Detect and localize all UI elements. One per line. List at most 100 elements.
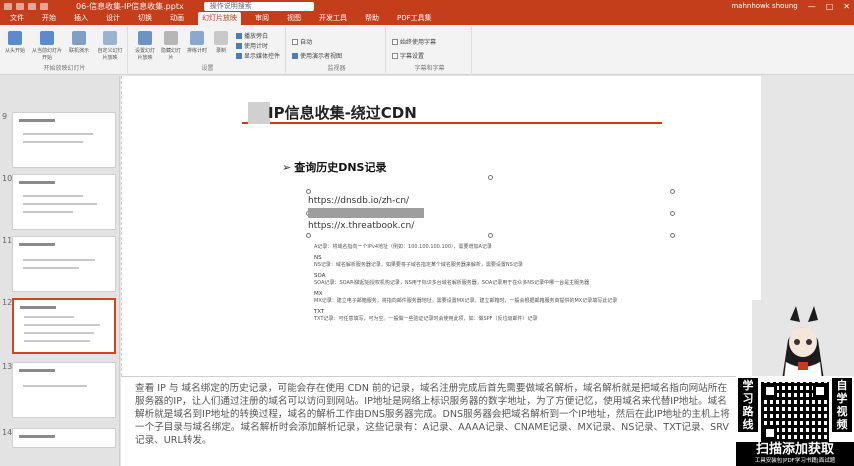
setup-show-button[interactable]: 设置幻灯片放映 [134,31,156,61]
check-label: 使用计时 [244,43,269,50]
tab-developer[interactable]: 开发工具 [315,12,351,25]
thumb-line [23,211,73,213]
ribbon-group-monitors: 自动 使用演示者视图 监视器 [288,27,386,73]
always-subtitles-checkbox[interactable]: 始终使用字幕 [392,37,436,46]
record-mx-desc: MX记录：建立电子邮箱服务，将指向邮件服务器地址，需要设置MX记录。建立邮箱时，… [314,298,618,304]
play-narrations-checkbox[interactable]: 播放旁白 [236,31,268,40]
group-label-start: 开始放映幻灯片 [43,65,86,72]
promo-headline: 扫描添加获取 [755,442,834,457]
slide-canvas[interactable]: IP信息收集-绕过CDN ➢ 查询历史DNS记录 https://dnsdb.io… [121,76,761,376]
tab-view[interactable]: 视图 [283,12,305,25]
record-ns-desc: NS记录：域名解析服务器记录，如果要将子域名指定某个域名服务器来解析，需要设置N… [314,262,523,268]
online-present-label: 联机演示 [68,48,89,54]
redo-icon[interactable] [28,2,36,10]
dns-records-list: A记录：将域名指向一个IPv4地址（例如：100.100.100.100），需要… [314,244,734,323]
show-media-controls-checkbox[interactable]: 显示媒体控件 [236,51,280,60]
from-current-button[interactable]: 从当前幻灯片开始 [32,31,62,61]
slide-number: 14 [2,428,13,437]
user-name[interactable]: mahnhowk shoung [731,2,797,10]
tab-transitions[interactable]: 切换 [134,12,156,25]
tab-pdf-tools[interactable]: PDF工具集 [393,12,436,25]
hide-slide-label: 隐藏幻灯片 [160,48,181,61]
tab-animations[interactable]: 动画 [166,12,188,25]
check-label: 自动 [300,39,313,46]
check-label: 播放旁白 [244,33,269,40]
slide-thumbnail[interactable] [12,236,116,292]
resize-handle[interactable] [488,233,493,238]
notes-text[interactable]: 查看 IP 与 域名绑定的历史记录，可能会存在使用 CDN 前的记录，域名注册完… [135,382,735,447]
checkbox-box [236,32,242,39]
section-heading-text: 查询历史DNS记录 [294,161,387,174]
slideshow-icon [8,31,22,45]
record-ns-type: NS [314,255,322,261]
record-button[interactable]: 录制 [210,31,232,54]
resize-handle[interactable] [670,189,675,194]
close-button[interactable]: ✕ [843,2,850,11]
ribbon: 从头开始 从当前幻灯片开始 联机演示 自定义幻灯片放映 开始放映幻灯片 设置幻灯… [0,25,854,75]
mascot-image [752,300,854,380]
slide-thumbnail[interactable] [12,362,116,418]
record-mx-type: MX [314,291,323,297]
thumb-line [23,385,87,387]
rotate-handle[interactable] [488,175,493,180]
link-securitytrails-selected[interactable]: https://securitytrails.com/ [308,208,424,218]
slide-thumbnail[interactable] [12,112,116,168]
link-dnsdb[interactable]: https://dnsdb.io/zh-cn/ [308,196,409,206]
thumb-line [23,259,95,261]
tab-help[interactable]: 帮助 [361,12,383,25]
slide-thumbnail[interactable] [12,174,116,230]
check-label: 始终使用字幕 [400,39,437,46]
rehearse-button[interactable]: 排练计时 [186,31,208,54]
group-label-setup: 设置 [201,65,214,72]
subtitle-settings-icon [392,52,398,59]
hide-slide-button[interactable]: 隐藏幻灯片 [160,31,182,61]
link-threatbook[interactable]: https://x.threatbook.cn/ [308,221,414,231]
from-beginning-button[interactable]: 从头开始 [4,31,26,54]
thumb-line [24,340,90,342]
resize-handle[interactable] [306,233,311,238]
tab-design[interactable]: 设计 [102,12,124,25]
slide-thumbnail-selected[interactable] [12,298,116,354]
resize-handle[interactable] [670,233,675,238]
resize-handle[interactable] [306,189,311,194]
undo-icon[interactable] [16,2,24,10]
restore-button[interactable]: □ [826,2,834,11]
slide-thumbnail[interactable] [12,428,116,448]
qr-finder [813,384,827,398]
custom-show-button[interactable]: 自定义幻灯片放映 [96,31,124,61]
setup-show-label: 设置幻灯片放映 [134,48,155,61]
ribbon-group-setup: 设置幻灯片放映 隐藏幻灯片 排练计时 录制 播放旁白 使用计时 显示媒体控件 设… [130,27,286,73]
save-icon[interactable] [4,2,12,10]
tab-review[interactable]: 审阅 [251,12,273,25]
checkbox-box [292,52,298,59]
tab-slideshow[interactable]: 幻灯片放映 [198,12,241,25]
subtitle-settings-button[interactable]: 字幕设置 [392,51,424,60]
qr-finder [763,384,777,398]
promo-subline: 工具安装包|PDF学习书籍|面试题 [754,458,836,464]
title-marker [248,102,270,124]
slide-title[interactable]: IP信息收集-绕过CDN [268,102,417,123]
monitor-auto-select[interactable]: 自动 [292,37,312,46]
monitor-icon [292,38,298,45]
tab-home[interactable]: 开始 [38,12,60,25]
from-beginning-label: 从头开始 [4,48,25,54]
quick-access-toolbar [4,2,48,10]
use-timings-checkbox[interactable]: 使用计时 [236,41,268,50]
search-input[interactable]: 操作说明搜索 [203,1,314,11]
thumb-line [23,141,83,143]
start-slideshow-icon[interactable] [40,2,48,10]
resize-handle[interactable] [670,211,675,216]
online-present-button[interactable]: 联机演示 [68,31,90,54]
slide-editor[interactable]: IP信息收集-绕过CDN ➢ 查询历史DNS记录 https://dnsdb.io… [121,76,854,376]
promo-left-label: 学习路线 [738,378,758,432]
check-label: 显示媒体控件 [244,53,281,60]
minimize-button[interactable]: — [808,2,816,11]
slides-panel[interactable]: 9 10 11 12 13 14 [0,76,120,466]
tab-file[interactable]: 文件 [6,12,28,25]
thumb-line [24,332,94,334]
tab-insert[interactable]: 插入 [70,12,92,25]
section-heading[interactable]: ➢ 查询历史DNS记录 [282,159,386,175]
present-online-icon [72,31,86,45]
presenter-view-checkbox[interactable]: 使用演示者视图 [292,51,342,60]
checkbox-box [236,52,242,59]
